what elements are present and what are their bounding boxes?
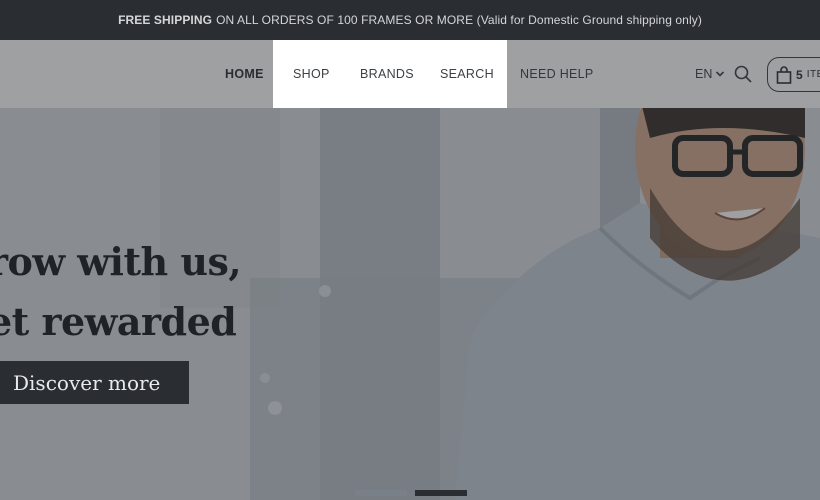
language-label: EN [695,67,713,81]
carousel-dots [355,490,467,496]
cart-button[interactable]: 5 ITE [767,57,820,92]
chevron-down-icon [716,71,725,77]
shopping-bag-icon [776,65,792,84]
hero-heading-line1: row with us, [0,239,242,284]
hero-heading: row with us, et rewarded [0,232,242,352]
nav-item-brands-highlighted[interactable]: BRANDS [360,40,414,108]
cart-unit: ITE [806,69,820,80]
search-icon[interactable] [733,64,753,84]
discover-more-button[interactable]: Discover more [0,361,189,404]
promo-text: ON ALL ORDERS OF 100 FRAMES OR MORE (Val… [216,13,702,27]
promo-bar: FREE SHIPPING ON ALL ORDERS OF 100 FRAME… [0,0,820,40]
nav-item-shop-highlighted[interactable]: SHOP [293,40,330,108]
nav-item-need-help[interactable]: NEED HELP [520,40,594,108]
nav-item-home[interactable]: HOME [225,40,264,108]
language-selector[interactable]: EN [695,40,725,108]
promo-strong: FREE SHIPPING [118,13,213,27]
carousel-dot[interactable] [355,490,407,496]
carousel-dot-active[interactable] [415,490,467,496]
hero-heading-line2: et rewarded [0,299,237,344]
cart-count: 5 [796,67,803,82]
nav-item-search-highlighted[interactable]: SEARCH [440,40,494,108]
